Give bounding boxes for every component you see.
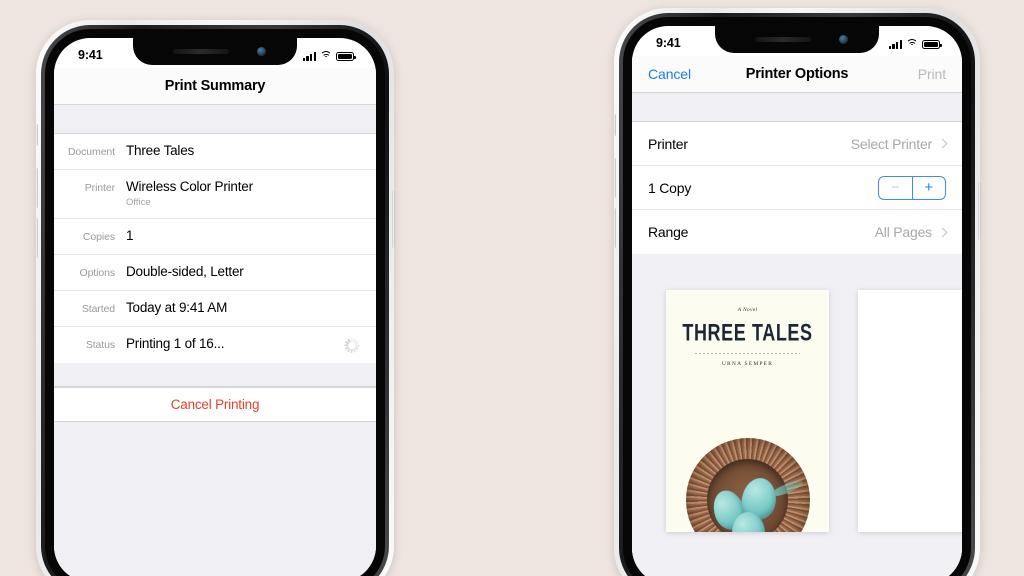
table-row[interactable]: Options Double-sided, Letter — [54, 254, 376, 291]
cellular-bars-icon — [302, 51, 316, 61]
row-label: Started — [81, 302, 115, 315]
row-accessory — [342, 228, 362, 230]
option-accessory: All Pages — [874, 224, 948, 240]
chevron-right-icon — [937, 138, 948, 149]
status-icons — [302, 49, 356, 61]
printer-option-row[interactable]: Printer Select Printer — [632, 122, 962, 166]
cancel-printing-group: Cancel Printing — [54, 386, 376, 422]
row-value: 1 — [126, 227, 134, 243]
row-value: Double-sided, Letter — [126, 263, 244, 279]
preview-page-1[interactable]: A Novel THREE TALES URNA SEMPER — [666, 290, 829, 532]
option-accessory: Select Printer — [850, 135, 948, 152]
row-accessory — [342, 179, 362, 181]
section-gap-top — [54, 104, 376, 134]
option-value: All Pages — [874, 224, 933, 240]
right-phone-notch — [715, 26, 879, 53]
status-time: 9:41 — [78, 48, 103, 62]
table-row[interactable]: Started Today at 9:41 AM — [54, 290, 376, 327]
screenshot-stage: 9:41 Print Summary Document Three Tales … — [0, 0, 1024, 576]
right-phone-volume-up-button[interactable] — [613, 158, 616, 198]
table-row[interactable]: Printer Wireless Color Printer Office — [54, 170, 376, 219]
preview-page-2[interactable] — [858, 290, 962, 532]
cover-title: THREE TALES — [682, 319, 813, 346]
left-content: Document Three Tales Printer Wireless Co… — [54, 104, 376, 576]
row-accessory — [342, 143, 362, 145]
row-label: Options — [79, 266, 116, 279]
book-cover: A Novel THREE TALES URNA SEMPER — [666, 290, 829, 532]
right-content: Printer Select Printer 1 Copy − + Range … — [632, 92, 962, 576]
activity-spinner-icon — [344, 337, 360, 353]
left-phone-volume-up-button[interactable] — [35, 168, 38, 208]
range-option-row[interactable]: Range All Pages — [632, 210, 962, 254]
birds-nest-image — [685, 438, 810, 532]
left-phone: 9:41 Print Summary Document Three Tales … — [35, 20, 395, 576]
print-button[interactable]: Print — [918, 66, 946, 82]
cancel-printing-button[interactable]: Cancel Printing — [54, 388, 376, 421]
table-row[interactable]: Document Three Tales — [54, 134, 376, 170]
wifi-icon — [906, 39, 918, 49]
battery-icon — [336, 51, 356, 61]
option-label: Printer — [648, 135, 688, 152]
battery-icon — [922, 39, 942, 49]
cover-author: URNA SEMPER — [721, 361, 774, 367]
row-value: Printing 1 of 16... — [126, 335, 225, 351]
row-label: Status — [85, 338, 115, 351]
cover-subtitle: A Novel — [737, 307, 758, 313]
row-accessory — [342, 264, 362, 266]
print-summary-table: Document Three Tales Printer Wireless Co… — [54, 134, 376, 363]
left-phone-power-button[interactable] — [392, 190, 395, 248]
earpiece-speaker-icon — [173, 49, 229, 54]
row-label: Document — [67, 146, 115, 158]
row-value-main: Wireless Color Printer — [126, 179, 253, 194]
right-phone: 9:41 Cancel Printer Options Print Printe… — [613, 8, 981, 576]
row-accessory — [342, 336, 362, 353]
front-camera-icon — [257, 47, 266, 56]
section-gap-middle — [54, 362, 376, 387]
right-nav-bar: Cancel Printer Options Print — [632, 56, 962, 92]
print-preview-area: A Novel THREE TALES URNA SEMPER — [632, 280, 962, 576]
section-gap-top — [632, 92, 962, 122]
copies-option-row[interactable]: 1 Copy − + — [632, 166, 962, 210]
cover-divider — [694, 353, 801, 354]
wifi-icon — [320, 51, 332, 61]
printer-options-table: Printer Select Printer 1 Copy − + Range … — [632, 122, 962, 254]
page-title: Printer Options — [745, 66, 849, 82]
chevron-right-icon — [937, 227, 948, 237]
left-phone-notch — [133, 38, 297, 65]
status-icons — [888, 37, 942, 49]
left-phone-screen: 9:41 Print Summary Document Three Tales … — [54, 38, 376, 576]
option-value: Select Printer — [850, 135, 932, 152]
right-phone-screen: 9:41 Cancel Printer Options Print Printe… — [632, 26, 962, 576]
row-value-sub: Office — [126, 196, 151, 208]
front-camera-icon — [839, 35, 848, 44]
option-label: 1 Copy — [648, 179, 692, 196]
left-phone-mute-switch[interactable] — [35, 124, 38, 146]
option-label: Range — [648, 224, 689, 240]
left-nav-bar: Print Summary — [54, 68, 376, 104]
cancel-button[interactable]: Cancel — [648, 66, 691, 82]
increment-copies-button[interactable]: + — [911, 176, 946, 199]
row-value: Wireless Color Printer Office — [126, 179, 342, 209]
row-accessory — [342, 300, 362, 302]
table-row[interactable]: Copies 1 — [54, 218, 376, 255]
option-accessory: − + — [878, 175, 946, 200]
status-time: 9:41 — [656, 36, 681, 50]
right-phone-power-button[interactable] — [978, 182, 981, 240]
right-phone-mute-switch[interactable] — [613, 114, 616, 136]
row-value: Today at 9:41 AM — [126, 299, 228, 315]
left-phone-volume-down-button[interactable] — [35, 218, 38, 258]
row-label: Printer — [84, 182, 115, 194]
page-title: Print Summary — [164, 78, 266, 94]
earpiece-speaker-icon — [755, 37, 811, 42]
table-row[interactable]: Status Printing 1 of 16... — [54, 326, 376, 363]
copies-stepper[interactable]: − + — [878, 175, 946, 200]
row-label: Copies — [82, 230, 115, 243]
decrement-copies-button[interactable]: − — [879, 177, 912, 199]
right-phone-volume-down-button[interactable] — [613, 208, 616, 248]
row-value: Three Tales — [126, 143, 195, 158]
cellular-bars-icon — [888, 39, 902, 49]
